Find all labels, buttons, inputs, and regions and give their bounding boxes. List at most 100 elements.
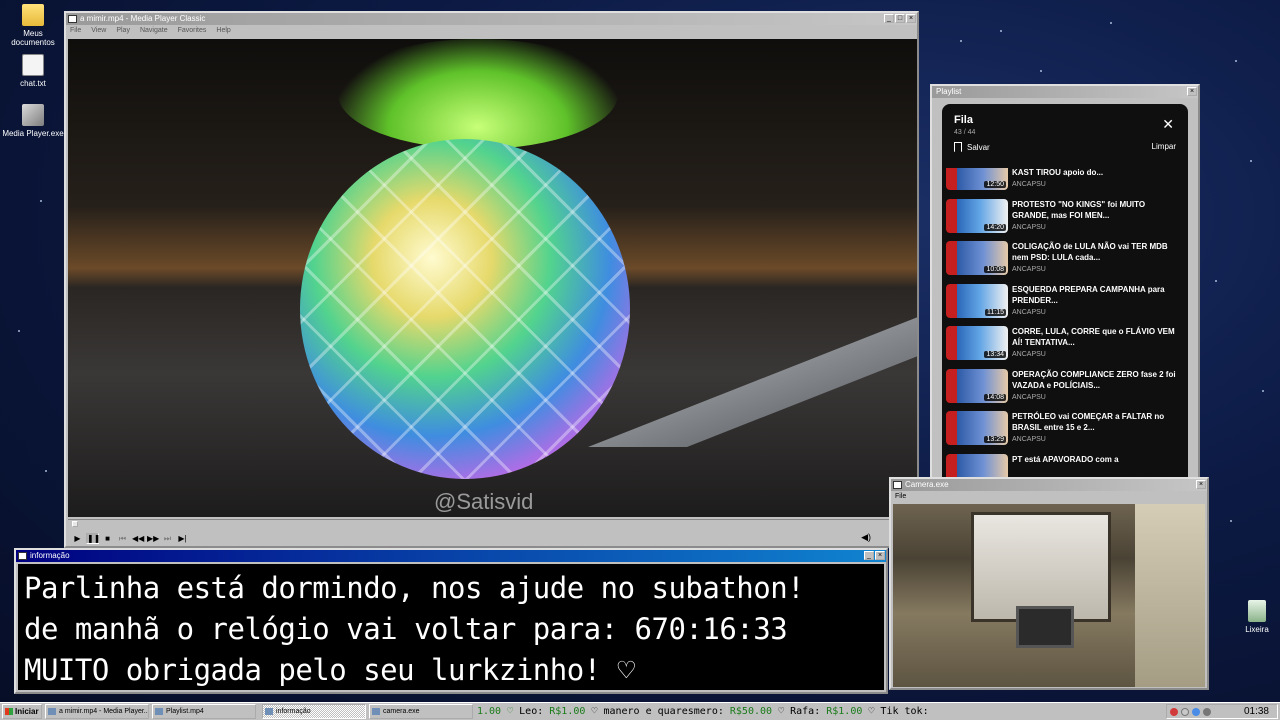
skip-back-button[interactable]: ⏮ [116,533,129,544]
seek-handle[interactable] [72,521,78,527]
queue-item[interactable]: 12:50 LULA apostou na BACHELET e agora K… [942,168,1188,199]
video-thumbnail: 13:34 [946,326,1008,360]
video-thumbnail: 14:20 [946,198,1008,233]
save-label: Salvar [967,142,990,152]
stop-button[interactable]: ■ [101,533,114,544]
menu-file[interactable]: File [895,491,906,502]
channel-name: ANCAPSU [1012,436,1046,443]
ticker-amount: R$1.00 [826,706,863,717]
media-player-icon [22,104,44,126]
menu-help[interactable]: Help [216,25,230,36]
channel-name: ANCAPSU [1012,393,1046,401]
info-window[interactable]: informação _ × Parlinha está dormindo, n… [14,548,888,694]
taskbar-item-playlist[interactable]: Playlist.mp4 [152,704,256,719]
menu-play[interactable]: Play [116,25,130,36]
bookmark-icon [954,142,962,152]
queue-item[interactable]: 13:34 CORRE, LULA, CORRE que o FLÁVIO VE… [942,326,1188,369]
tray-app-icon[interactable] [1192,707,1200,716]
camera-feed [893,504,1205,687]
desktop-icon-documents[interactable]: Meus documentos [2,4,64,47]
playlist-titlebar[interactable]: Playlist × [932,86,1198,98]
channel-name: ANCAPSU [1012,351,1046,358]
minimize-button[interactable]: _ [884,14,894,23]
video-thumbnail: 13:29 [946,411,1008,445]
video-title: CORRE, LULA, CORRE que o FLÁVIO VEM AÍ! … [1012,327,1175,347]
video-thumbnail: 12:50 [946,168,1008,190]
menu-bar: File [891,491,1207,502]
duration-badge: 14:20 [984,223,1006,231]
taskbar-item-media-player[interactable]: a mimir.mp4 - Media Player... [45,704,149,719]
queue-item[interactable]: 14:08 OPERAÇÃO COMPLIANCE ZERO fase 2 fo… [942,368,1188,412]
volume-tray-icon[interactable] [1203,707,1211,716]
queue-panel: Fila 43 / 44 ✕ Salvar Limpar 12:50 LULA … [942,104,1188,480]
play-button[interactable]: ▶ [71,533,84,544]
desktop-icon-label: Meus documentos [11,29,55,47]
ticker-text: Leo: [519,706,550,717]
desktop-icon-label: Media Player.exe [2,129,64,138]
fast-forward-button[interactable]: ▶▶ [146,533,159,544]
menu-file[interactable]: File [70,25,81,36]
video-title: PETRÓLEO vai COMEÇAR a FALTAR no BRASIL … [1012,412,1165,432]
seek-bar[interactable] [68,519,917,527]
channel-name: ANCAPSU [1012,223,1046,231]
menu-favorites[interactable]: Favorites [178,25,207,36]
player-controls: ▶ ❚❚ ■ ⏮ ◀◀ ▶▶ ⏭ ▶| ◀) [68,531,917,545]
maximize-button[interactable]: □ [895,14,905,23]
clear-button[interactable]: Limpar [1152,142,1176,152]
donation-ticker: 1.00 ♡ Leo: R$1.00 ♡ manero e quaresmero… [477,704,1177,719]
system-tray: 01:38 [1166,704,1278,719]
duration-badge: 14:08 [984,393,1006,401]
info-message: Parlinha está dormindo, nos ajude no sub… [18,564,884,690]
media-player-window[interactable]: a mimir.mp4 - Media Player Classic _ □ ×… [64,11,919,548]
video-glass-pineapple [300,139,630,479]
video-area[interactable]: @Satisvid [68,39,917,517]
queue-item[interactable]: 11:15 ESQUERDA PREPARA CAMPANHA para PRE… [942,283,1188,327]
queue-item[interactable]: 14:20 PROTESTO "NO KINGS" foi MUITO GRAN… [942,198,1188,242]
desktop-icon-recycle-bin[interactable]: Lixeira [1226,600,1280,634]
tray-app-icon[interactable] [1181,707,1189,716]
rewind-button[interactable]: ◀◀ [131,533,144,544]
taskbar-item-info[interactable]: informação [262,704,366,719]
pause-button[interactable]: ❚❚ [86,532,100,544]
minimize-button[interactable]: _ [864,551,874,560]
ticker-amount: R$1.00 [549,706,586,717]
menu-bar: File View Play Navigate Favorites Help [66,25,917,36]
desktop-icon-chat[interactable]: chat.txt [2,54,64,88]
video-pineapple-leaves [338,39,618,149]
playlist-window[interactable]: Playlist × Fila 43 / 44 ✕ Salvar Limpar … [930,84,1200,480]
close-button[interactable]: × [906,14,916,23]
taskbar-item-camera[interactable]: camera.exe [369,704,473,719]
video-thumbnail: 10:08 [946,241,1008,275]
start-button[interactable]: Iniciar [2,704,42,719]
taskbar: Iniciar a mimir.mp4 - Media Player... Pl… [0,702,1280,720]
camera-window[interactable]: Camera.exe × File [889,477,1209,690]
video-thumbnail: 11:15 [946,283,1008,318]
ticker-text: ♡ manero e quaresmero: [585,706,730,717]
video-title: LULA apostou na BACHELET e agora KAST TI… [1012,168,1104,177]
desktop-icon-media-player[interactable]: Media Player.exe [2,104,64,138]
close-icon[interactable]: ✕ [1162,116,1174,133]
frame-step-button[interactable]: ▶| [176,533,189,544]
channel-name: ANCAPSU [1012,308,1046,316]
video-title: PT está APAVORADO com a [1012,454,1119,464]
menu-view[interactable]: View [91,25,106,36]
save-button[interactable]: Salvar [954,142,990,152]
duration-badge: 10:08 [984,266,1006,273]
duration-badge: 12:50 [984,181,1006,188]
close-button[interactable]: × [875,551,885,560]
queue-item[interactable]: 13:29 PETRÓLEO vai COMEÇAR a FALTAR no B… [942,411,1188,454]
menu-navigate[interactable]: Navigate [140,25,168,36]
info-line: MUITO obrigada pelo seu lurkzinho! ♡ [24,653,635,687]
media-player-titlebar[interactable]: a mimir.mp4 - Media Player Classic _ □ × [66,13,917,25]
queue-item[interactable]: 10:08 COLIGAÇÃO de LULA NÃO vai TER MDB … [942,241,1188,284]
volume-icon[interactable]: ◀) [861,532,871,543]
channel-name: ANCAPSU [1012,266,1046,273]
info-titlebar[interactable]: informação _ × [16,550,886,562]
camera-titlebar[interactable]: Camera.exe × [891,479,1207,491]
clock: 01:38 [1243,706,1269,717]
media-player-icon [68,15,77,23]
close-button[interactable]: × [1196,480,1206,489]
close-button[interactable]: × [1187,87,1197,96]
skip-forward-button[interactable]: ⏭ [161,533,174,544]
tray-app-icon[interactable] [1170,707,1178,716]
